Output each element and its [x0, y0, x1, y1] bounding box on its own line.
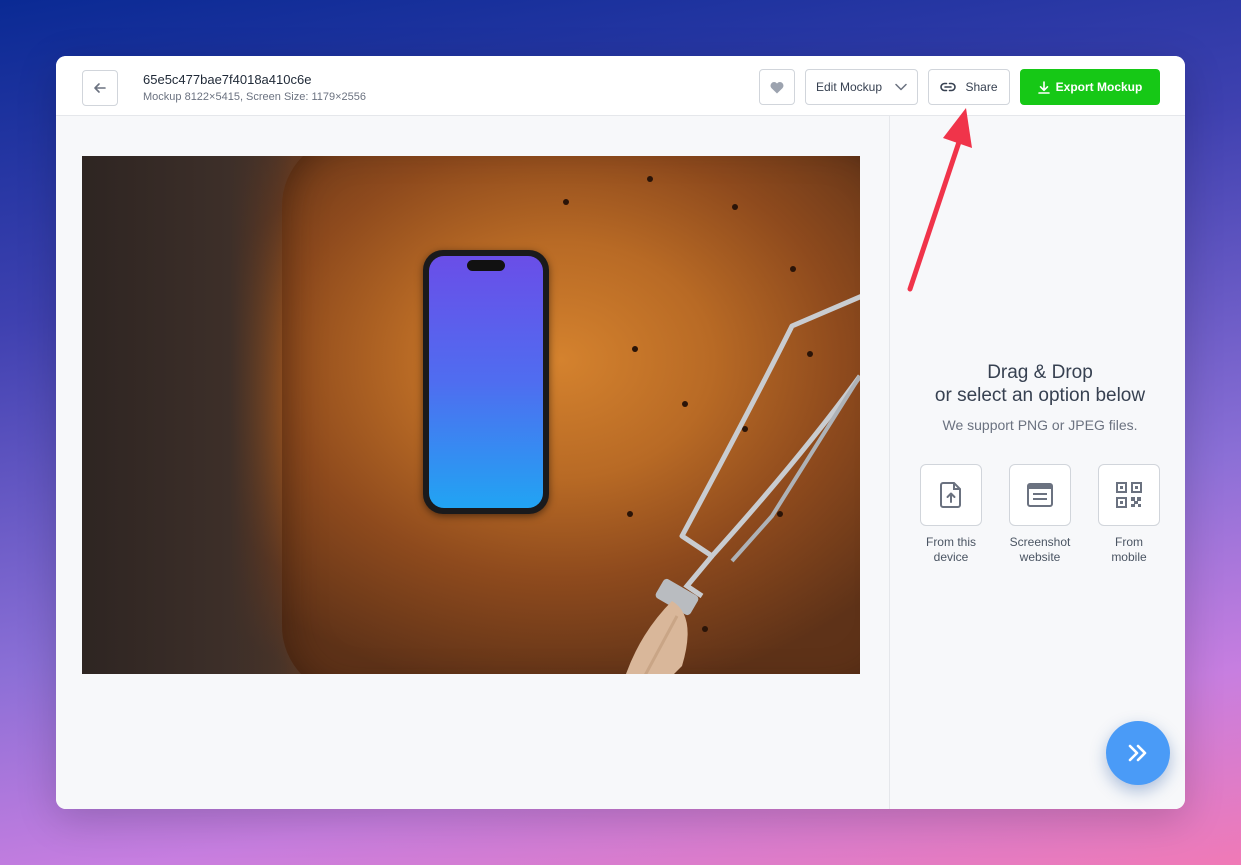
qr-code-icon — [1116, 482, 1142, 508]
favorite-button[interactable] — [759, 69, 795, 105]
mockup-id: 65e5c477bae7f4018a410c6e — [143, 72, 312, 87]
export-mockup-label: Export Mockup — [1055, 80, 1143, 94]
chevron-down-icon — [895, 83, 907, 91]
edit-mockup-dropdown[interactable]: Edit Mockup — [805, 69, 918, 105]
from-mobile-option[interactable]: From mobile — [1084, 464, 1174, 565]
mockup-canvas — [56, 116, 890, 809]
supported-formats-text: We support PNG or JPEG files. — [942, 417, 1138, 433]
next-step-button[interactable] — [1106, 721, 1170, 785]
arrow-left-icon — [94, 83, 106, 93]
from-mobile-label: From mobile — [1111, 535, 1147, 564]
mockup-meta: Mockup 8122×5415, Screen Size: 1179×2556 — [143, 91, 367, 103]
phone-screen — [429, 256, 543, 508]
drag-drop-title: Drag & Drop or select an option below — [934, 362, 1146, 406]
edit-mockup-label: Edit Mockup — [816, 80, 883, 94]
upload-panel: Drag & Drop or select an option below We… — [890, 116, 1185, 809]
link-icon — [940, 82, 957, 92]
dynamic-island — [467, 260, 505, 271]
screenshot-website-option[interactable]: Screenshot website — [995, 464, 1085, 565]
export-mockup-button[interactable]: Export Mockup — [1020, 69, 1160, 105]
mockup-editor-window: 65e5c477bae7f4018a410c6e Mockup 8122×541… — [56, 56, 1185, 809]
upload-from-device-option[interactable]: From this device — [906, 464, 996, 565]
share-button[interactable]: Share — [928, 69, 1010, 105]
share-label: Share — [965, 80, 998, 94]
mockup-preview-image[interactable] — [82, 156, 860, 674]
phone-mockup — [423, 250, 549, 514]
double-chevron-right-icon — [1128, 744, 1147, 762]
browser-window-icon — [1027, 483, 1053, 507]
top-bar: 65e5c477bae7f4018a410c6e Mockup 8122×541… — [56, 56, 1185, 116]
download-icon — [1037, 80, 1050, 94]
heart-icon — [770, 81, 784, 93]
upload-file-icon — [940, 482, 961, 508]
mockup-title-block: 65e5c477bae7f4018a410c6e Mockup 8122×541… — [143, 72, 366, 105]
metal-tool — [626, 294, 860, 674]
screenshot-website-label: Screenshot website — [1009, 535, 1071, 564]
upload-from-device-label: From this device — [925, 535, 976, 564]
back-button[interactable] — [82, 70, 118, 106]
